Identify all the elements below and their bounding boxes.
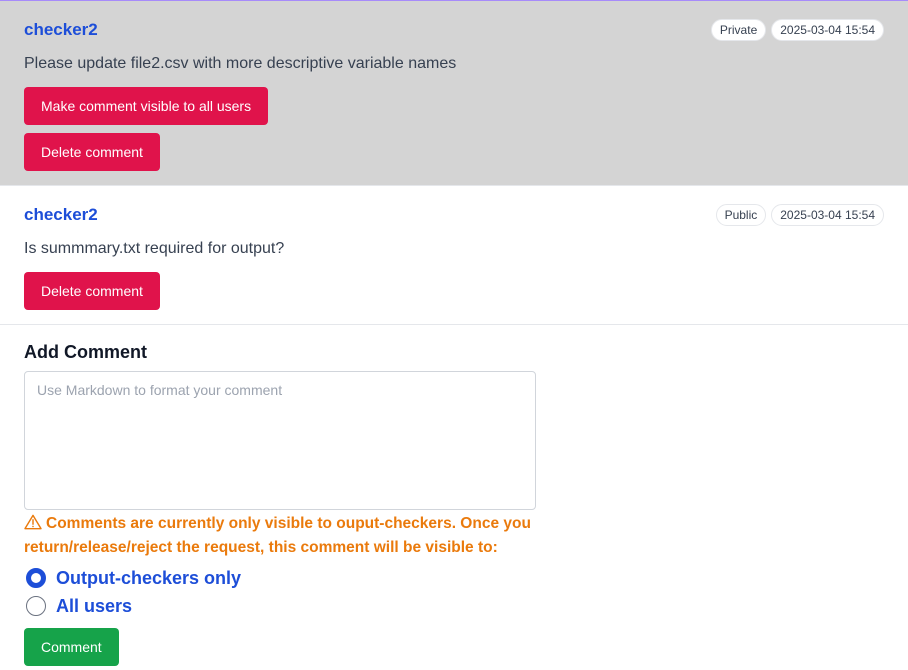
radio-label: All users [56,595,133,616]
comment-author-link[interactable]: checker2 [24,205,98,225]
add-comment-heading: Add Comment [24,342,147,362]
visibility-warning: Comments are currently only visible to o… [24,512,544,560]
comment-text: Is summmary.txt required for output? [24,240,285,257]
add-comment-section: Add Comment Comments are currently only … [0,325,908,666]
timestamp-badge: 2025-03-04 15:54 [771,204,884,226]
comment-author-link[interactable]: checker2 [24,20,98,40]
comment-header: checker2 Private 2025-03-04 15:54 [24,19,884,41]
comment-text: Please update file2.csv with more descri… [24,55,457,72]
submit-comment-button[interactable]: Comment [24,628,119,666]
radio-button-output-checkers[interactable] [26,568,46,588]
radio-option-output-checkers[interactable]: Output-checkers only [24,564,884,592]
delete-comment-button[interactable]: Delete comment [24,272,160,310]
warning-text: Comments are currently only visible to o… [24,515,531,556]
radio-option-all-users[interactable]: All users [24,592,884,620]
visibility-badge: Private [710,19,767,41]
make-visible-button[interactable]: Make comment visible to all users [24,87,269,125]
comment-header: checker2 Public 2025-03-04 15:54 [24,204,884,226]
comment-textarea[interactable] [24,371,536,510]
visibility-radio-group: Output-checkers only All users [24,564,884,620]
radio-button-all-users[interactable] [26,596,46,616]
radio-label: Output-checkers only [56,567,242,588]
timestamp-badge: 2025-03-04 15:54 [771,19,884,41]
comment-private: checker2 Private 2025-03-04 15:54 Please… [0,0,908,186]
visibility-badge: Public [715,204,767,226]
comment-public: checker2 Public 2025-03-04 15:54 Is summ… [0,186,908,325]
warning-icon [24,514,42,530]
delete-comment-button[interactable]: Delete comment [24,133,160,171]
comment-meta: Private 2025-03-04 15:54 [710,19,884,41]
comment-meta: Public 2025-03-04 15:54 [715,204,884,226]
